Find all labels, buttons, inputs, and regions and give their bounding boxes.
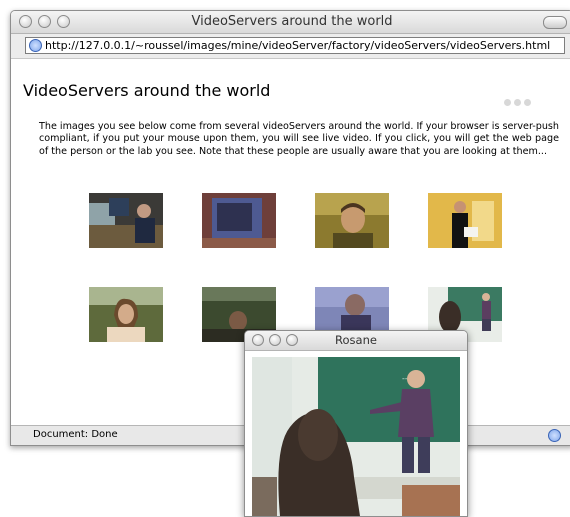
status-text: Document: Done	[33, 429, 118, 440]
popup-title: Rosane	[335, 333, 377, 347]
video-popup-window: Rosane ---	[244, 330, 468, 517]
address-bar[interactable]: http://127.0.0.1/~roussel/images/mine/vi…	[25, 37, 565, 54]
page-title: VideoServers around the world	[23, 81, 271, 100]
toolbar: http://127.0.0.1/~roussel/images/mine/vi…	[11, 34, 570, 59]
intro-paragraph: The images you see below come from sever…	[39, 120, 559, 157]
globe-icon	[29, 39, 42, 52]
title-bar[interactable]: VideoServers around the world	[11, 11, 570, 34]
window-title: VideoServers around the world	[191, 14, 393, 29]
toolbar-toggle-button[interactable]	[543, 16, 567, 29]
video-thumbnail-5[interactable]	[89, 287, 163, 342]
video-thumbnail-1[interactable]	[89, 193, 163, 248]
url-text: http://127.0.0.1/~roussel/images/mine/vi…	[45, 39, 551, 52]
live-video-image: ---	[252, 357, 460, 516]
video-thumbnail-4[interactable]	[428, 193, 502, 248]
loading-dots-icon	[504, 91, 534, 110]
popup-title-bar[interactable]: Rosane	[245, 331, 467, 351]
video-thumbnail-3[interactable]	[315, 193, 389, 248]
video-thumbnail-2[interactable]	[202, 193, 276, 248]
network-globe-icon	[548, 429, 561, 442]
